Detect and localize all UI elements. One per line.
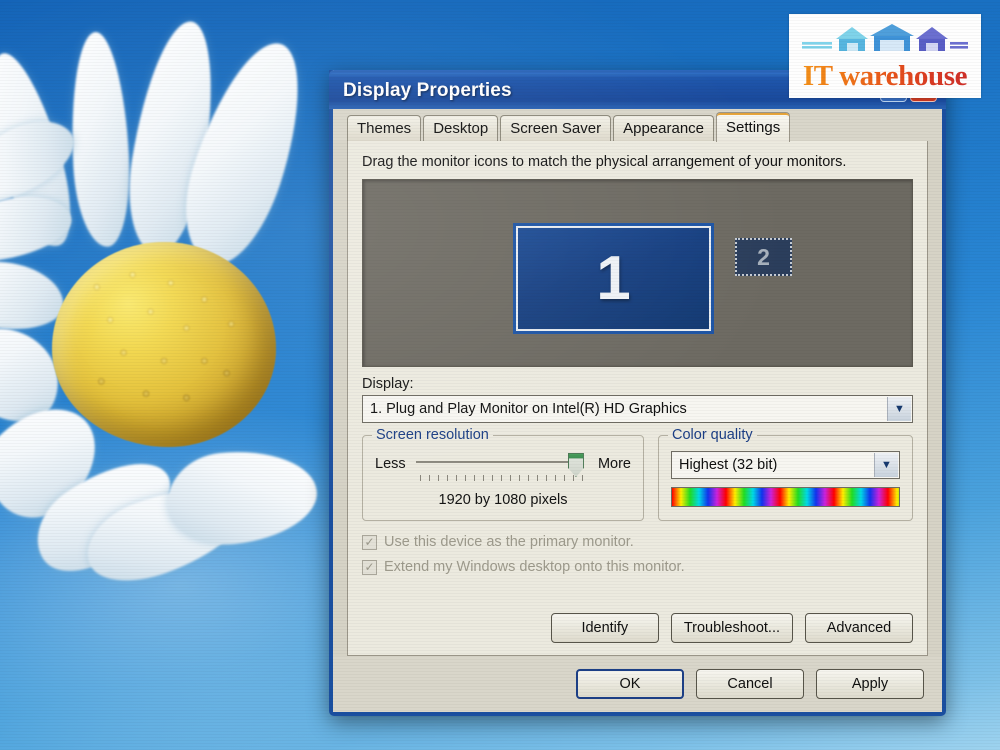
tab-appearance[interactable]: Appearance [613,115,715,141]
primary-monitor-label: Use this device as the primary monitor. [384,534,634,550]
chevron-down-icon[interactable]: ▼ [887,397,911,421]
extend-desktop-checkbox[interactable]: ✓ [362,559,377,575]
tab-strip: Themes Desktop Screen Saver Appearance S… [333,109,942,142]
color-quality-group: Color quality Highest (32 bit) ▼ [658,427,913,521]
display-label: Display: [362,376,414,392]
resolution-slider-ticks [419,475,584,481]
warehouse-houses-icon [802,24,968,51]
flower-center [52,242,276,447]
dialog-buttons: OK Cancel Apply [333,656,942,712]
settings-action-buttons: Identify Troubleshoot... Advanced [362,601,913,643]
tab-themes[interactable]: Themes [347,115,422,141]
identify-button[interactable]: Identify [550,613,659,643]
primary-monitor-checkbox[interactable]: ✓ [362,534,377,550]
troubleshoot-button[interactable]: Troubleshoot... [670,613,793,643]
dialog-title: Display Properties [343,80,512,101]
primary-monitor-checkbox-row[interactable]: ✓ Use this device as the primary monitor… [362,534,913,550]
color-quality-select[interactable]: Highest (32 bit) ▼ [671,451,900,479]
monitor-1-number: 1 [596,243,631,313]
resolution-more-label: More [597,456,631,472]
tab-settings[interactable]: Settings [716,112,791,142]
extend-desktop-label: Extend my Windows desktop onto this moni… [384,559,685,575]
advanced-button[interactable]: Advanced [805,613,913,643]
extend-desktop-checkbox-row[interactable]: ✓ Extend my Windows desktop onto this mo… [362,559,913,575]
resolution-less-label: Less [375,456,406,472]
monitor-arrangement-hint: Drag the monitor icons to match the phys… [362,154,847,170]
watermark-text: IT warehouse [802,60,968,92]
color-quality-value: Highest (32 bit) [679,457,778,473]
resolution-value: 1920 by 1080 pixels [438,492,568,508]
monitor-icon-2[interactable]: 2 [735,238,792,276]
chevron-down-icon[interactable]: ▼ [874,453,898,477]
apply-button[interactable]: Apply [816,669,924,699]
monitor-arrangement-area[interactable]: 1 2 [362,179,913,367]
daisy-flower-image [0,10,380,650]
resolution-slider-row: Less More [375,451,631,481]
resolution-slider[interactable] [414,451,590,481]
monitor-2-number: 2 [757,243,770,270]
display-properties-dialog: Display Properties ? ✕ Themes Desktop Sc… [329,70,946,716]
display-select[interactable]: 1. Plug and Play Monitor on Intel(R) HD … [362,395,913,423]
settings-tab-panel: Drag the monitor icons to match the phys… [347,140,928,656]
settings-groups-row: Screen resolution Less More 1920 by 1080… [362,427,913,521]
screen-resolution-group-title: Screen resolution [372,427,493,443]
cancel-button[interactable]: Cancel [696,669,804,699]
resolution-slider-thumb[interactable] [567,453,584,477]
screen-resolution-group: Screen resolution Less More 1920 by 1080… [362,427,644,521]
color-spectrum-preview [671,487,900,507]
it-warehouse-watermark: IT warehouse [789,14,981,98]
tab-desktop[interactable]: Desktop [423,115,499,141]
ok-button[interactable]: OK [576,669,684,699]
monitor-icon-1[interactable]: 1 [513,223,714,334]
color-quality-group-title: Color quality [668,427,757,443]
tab-screen-saver[interactable]: Screen Saver [500,115,612,141]
display-select-value: 1. Plug and Play Monitor on Intel(R) HD … [370,401,687,417]
resolution-slider-track [415,461,580,463]
